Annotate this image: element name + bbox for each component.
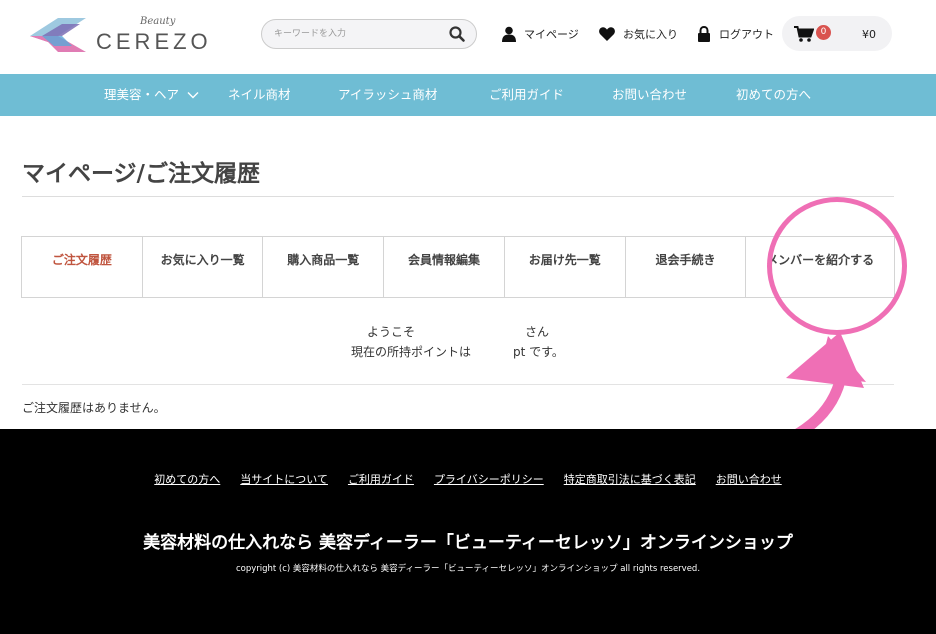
search-box xyxy=(261,19,477,49)
footer-tagline: 美容材料の仕入れなら 美容ディーラー「ビューティーセレッソ」オンラインショップ xyxy=(143,533,793,553)
annotation-circle xyxy=(767,197,907,335)
welcome-suffix: さん xyxy=(525,325,550,339)
points-suffix: pt です。 xyxy=(513,345,564,359)
heart-icon xyxy=(599,27,615,41)
category-item-beginners[interactable]: 初めての方へ xyxy=(736,74,811,116)
empty-orders-message: ご注文履歴はありません。 xyxy=(22,401,166,415)
tab-member-info[interactable]: 会員情報編集 xyxy=(384,237,505,297)
tab-label: 購入商品一覧 xyxy=(287,253,360,267)
favorites-label: お気に入り xyxy=(623,28,678,41)
tab-label: お気に入り一覧 xyxy=(160,253,245,267)
footer-link-contact[interactable]: お問い合わせ xyxy=(716,471,782,487)
logout-link[interactable]: ログアウト xyxy=(697,22,774,46)
tab-label: 会員情報編集 xyxy=(408,253,481,267)
tab-label: ご注文履歴 xyxy=(51,253,112,267)
tab-withdraw[interactable]: 退会手続き xyxy=(626,237,747,297)
user-icon xyxy=(502,26,516,42)
site-header: Beauty CEREZO マイページ お気に入り ログアウト xyxy=(0,0,936,74)
logout-label: ログアウト xyxy=(719,28,774,41)
favorites-link[interactable]: お気に入り xyxy=(599,22,678,46)
cart-icon xyxy=(794,26,814,42)
cart-total: ¥0 xyxy=(862,28,876,41)
cart-button[interactable]: 0 ¥0 xyxy=(782,16,892,51)
tab-label: 退会手続き xyxy=(655,253,716,267)
tab-delivery-addresses[interactable]: お届け先一覧 xyxy=(505,237,626,297)
points-prefix: 現在の所持ポイントは xyxy=(351,345,472,359)
footer-links: 初めての方へ 当サイトについて ご利用ガイド プライバシーポリシー 特定商取引法… xyxy=(0,471,936,487)
category-label: ネイル商材 xyxy=(228,87,291,102)
category-label: 初めての方へ xyxy=(736,87,812,102)
category-item-guide[interactable]: ご利用ガイド xyxy=(489,74,564,116)
welcome-prefix: ようこそ xyxy=(367,325,416,339)
page-title: マイページ/ご注文履歴 xyxy=(22,161,260,187)
footer-link-guide[interactable]: ご利用ガイド xyxy=(348,471,414,487)
cart-count-badge: 0 xyxy=(816,25,831,40)
category-item-hair[interactable]: 理美容・ヘア xyxy=(104,74,199,116)
site-footer: 初めての方へ 当サイトについて ご利用ガイド プライバシーポリシー 特定商取引法… xyxy=(0,429,936,634)
tab-order-history[interactable]: ご注文履歴 xyxy=(22,237,143,297)
divider xyxy=(22,384,894,385)
search-input[interactable] xyxy=(274,26,434,42)
search-icon[interactable] xyxy=(448,25,466,43)
footer-link-legal[interactable]: 特定商取引法に基づく表記 xyxy=(564,471,696,487)
category-label: ご利用ガイド xyxy=(489,87,565,102)
tab-favorites[interactable]: お気に入り一覧 xyxy=(143,237,264,297)
mypage-link[interactable]: マイページ xyxy=(502,22,579,46)
mypage-label: マイページ xyxy=(524,28,579,41)
logo-name: CEREZO xyxy=(96,29,212,54)
category-label: アイラッシュ商材 xyxy=(338,87,438,102)
divider xyxy=(22,196,894,197)
logo-script: Beauty xyxy=(140,16,176,27)
category-item-eyelash[interactable]: アイラッシュ商材 xyxy=(338,74,437,116)
category-item-nail[interactable]: ネイル商材 xyxy=(228,74,291,116)
tab-purchased-items[interactable]: 購入商品一覧 xyxy=(263,237,385,297)
lock-icon xyxy=(698,26,710,42)
chevron-down-icon xyxy=(187,92,199,99)
category-item-contact[interactable]: お問い合わせ xyxy=(612,74,687,116)
mypage-tabs: ご注文履歴 お気に入り一覧 購入商品一覧 会員情報編集 お届け先一覧 退会手続き… xyxy=(21,236,895,298)
category-label: 理美容・ヘア xyxy=(104,87,180,102)
footer-link-about[interactable]: 当サイトについて xyxy=(240,471,328,487)
category-label: お問い合わせ xyxy=(612,87,688,102)
logo-mark-icon xyxy=(30,18,86,52)
footer-copyright: copyright (c) 美容材料の仕入れなら 美容ディーラー「ビューティーセ… xyxy=(235,564,701,574)
footer-link-beginners[interactable]: 初めての方へ xyxy=(154,471,220,487)
tab-label: お届け先一覧 xyxy=(528,253,601,267)
category-nav: 理美容・ヘア ネイル商材 アイラッシュ商材 ご利用ガイド お問い合わせ 初めての… xyxy=(0,74,936,116)
site-logo[interactable]: Beauty CEREZO xyxy=(28,12,228,58)
footer-link-privacy[interactable]: プライバシーポリシー xyxy=(434,471,544,487)
